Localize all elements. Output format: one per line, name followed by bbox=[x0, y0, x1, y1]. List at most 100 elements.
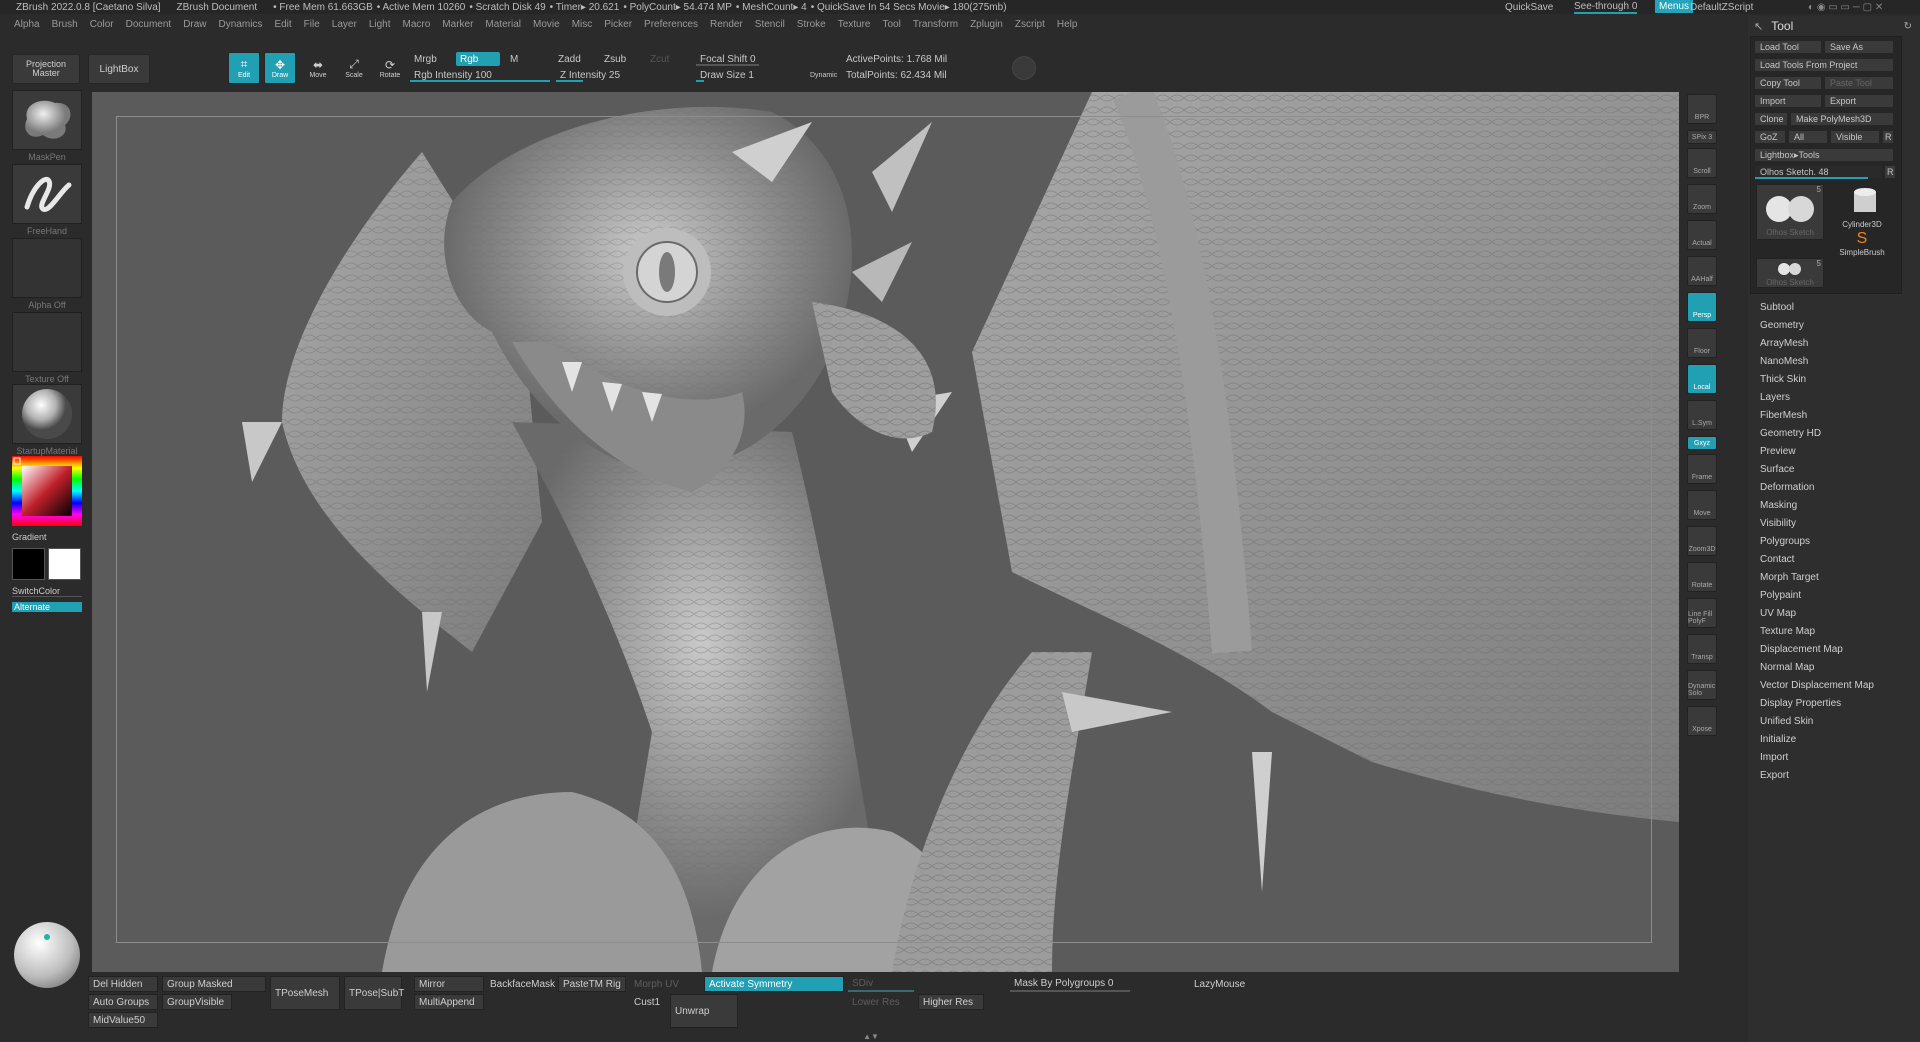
subpalette-preview[interactable]: Preview bbox=[1760, 446, 1796, 457]
shelf-expand-icon[interactable]: ▲▼ bbox=[836, 1032, 906, 1041]
shelf-actual-button[interactable]: Actual bbox=[1687, 220, 1717, 250]
material-selector[interactable] bbox=[12, 384, 82, 444]
menu-dynamics[interactable]: Dynamics bbox=[219, 19, 263, 30]
subpalette-import[interactable]: Import bbox=[1760, 752, 1788, 763]
subpalette-displacement-map[interactable]: Displacement Map bbox=[1760, 644, 1843, 655]
document-viewport[interactable] bbox=[92, 92, 1679, 972]
tposemesh-button[interactable]: TPoseMesh bbox=[270, 976, 340, 1010]
texture-selector[interactable] bbox=[12, 312, 82, 372]
subpalette-visibility[interactable]: Visibility bbox=[1760, 518, 1796, 529]
subpalette-masking[interactable]: Masking bbox=[1760, 500, 1797, 511]
del-hidden-button[interactable]: Del Hidden bbox=[88, 976, 158, 992]
multi-append-button[interactable]: MultiAppend bbox=[414, 994, 484, 1010]
menu-zplugin[interactable]: Zplugin bbox=[970, 19, 1003, 30]
activate-symmetry-toggle[interactable]: Activate Symmetry bbox=[704, 976, 844, 992]
menu-stencil[interactable]: Stencil bbox=[755, 19, 785, 30]
rgb-intensity-slider[interactable]: Rgb Intensity 100 bbox=[410, 68, 550, 82]
import-tool-button[interactable]: Import bbox=[1754, 94, 1822, 108]
shelf-local-button[interactable]: Local bbox=[1687, 364, 1717, 394]
lightbox-tools-button[interactable]: Lightbox▸Tools bbox=[1754, 148, 1894, 162]
lower-res-button[interactable]: Lower Res bbox=[848, 994, 914, 1010]
alpha-selector[interactable] bbox=[12, 238, 82, 298]
subpalette-thick-skin[interactable]: Thick Skin bbox=[1760, 374, 1806, 385]
subpalette-normal-map[interactable]: Normal Map bbox=[1760, 662, 1814, 673]
menu-material[interactable]: Material bbox=[485, 19, 521, 30]
shelf-aahalf-button[interactable]: AAHalf bbox=[1687, 256, 1717, 286]
menu-texture[interactable]: Texture bbox=[838, 19, 871, 30]
shelf-line-fill-polyf-button[interactable]: Line Fill PolyF bbox=[1687, 598, 1717, 628]
subpalette-vector-displacement-map[interactable]: Vector Displacement Map bbox=[1760, 680, 1874, 691]
menu-light[interactable]: Light bbox=[369, 19, 391, 30]
subpalette-uv-map[interactable]: UV Map bbox=[1760, 608, 1796, 619]
navigation-sphere[interactable] bbox=[14, 922, 80, 988]
higher-res-button[interactable]: Higher Res bbox=[918, 994, 984, 1010]
tool-palette-header[interactable]: ↖ Tool ↻ bbox=[1748, 16, 1920, 36]
menu-zscript[interactable]: Zscript bbox=[1015, 19, 1045, 30]
paste-tool-button[interactable]: Paste Tool bbox=[1824, 76, 1894, 90]
subpalette-surface[interactable]: Surface bbox=[1760, 464, 1794, 475]
menu-stroke[interactable]: Stroke bbox=[797, 19, 826, 30]
shelf-gxyz-button[interactable]: Gxyz bbox=[1687, 436, 1717, 450]
menu-picker[interactable]: Picker bbox=[604, 19, 632, 30]
copy-tool-button[interactable]: Copy Tool bbox=[1754, 76, 1822, 90]
goz-visible-button[interactable]: Visible bbox=[1830, 130, 1880, 144]
zcut-toggle[interactable]: Zcut bbox=[646, 52, 676, 66]
draw-button[interactable]: ✥ Draw bbox=[264, 52, 296, 84]
load-tools-from-project-button[interactable]: Load Tools From Project bbox=[1754, 58, 1894, 72]
subpalette-deformation[interactable]: Deformation bbox=[1760, 482, 1814, 493]
shelf-spix-3-button[interactable]: SPix 3 bbox=[1687, 130, 1717, 144]
subpalette-fibermesh[interactable]: FiberMesh bbox=[1760, 410, 1807, 421]
shelf-scroll-button[interactable]: Scroll bbox=[1687, 148, 1717, 178]
goz-all-button[interactable]: All bbox=[1788, 130, 1828, 144]
menu-help[interactable]: Help bbox=[1057, 19, 1078, 30]
subpalette-texture-map[interactable]: Texture Map bbox=[1760, 626, 1815, 637]
zsub-toggle[interactable]: Zsub bbox=[600, 52, 640, 66]
dynamic-toggle[interactable]: Dynamic bbox=[806, 68, 846, 82]
make-polymesh3d-button[interactable]: Make PolyMesh3D bbox=[1790, 112, 1894, 126]
subpalette-nanomesh[interactable]: NanoMesh bbox=[1760, 356, 1808, 367]
tpose-subt-button[interactable]: TPose|SubT bbox=[344, 976, 404, 1010]
subpalette-export[interactable]: Export bbox=[1760, 770, 1789, 781]
current-tool-slider[interactable]: Olhos Sketch. 48 bbox=[1754, 165, 1882, 179]
scale-button[interactable]: ⤢ Scale bbox=[338, 52, 370, 84]
shelf-move-button[interactable]: Move bbox=[1687, 490, 1717, 520]
z-intensity-slider[interactable]: Z Intensity 25 bbox=[556, 68, 664, 82]
subpalette-unified-skin[interactable]: Unified Skin bbox=[1760, 716, 1813, 727]
menu-file[interactable]: File bbox=[304, 19, 320, 30]
shelf-zoom3d-button[interactable]: Zoom3D bbox=[1687, 526, 1717, 556]
shelf-dynamic-solo-button[interactable]: Dynamic Solo bbox=[1687, 670, 1717, 700]
move-button[interactable]: ⬌ Move bbox=[302, 52, 334, 84]
shelf-floor-button[interactable]: Floor bbox=[1687, 328, 1717, 358]
goz-r-button[interactable]: R bbox=[1882, 130, 1894, 144]
shelf-frame-button[interactable]: Frame bbox=[1687, 454, 1717, 484]
color-picker[interactable] bbox=[12, 456, 82, 526]
see-through-slider[interactable]: See-through 0 bbox=[1574, 0, 1638, 14]
subpalette-subtool[interactable]: Subtool bbox=[1760, 302, 1794, 313]
goz-button[interactable]: GoZ bbox=[1754, 130, 1786, 144]
mirror-button[interactable]: Mirror bbox=[414, 976, 484, 992]
clone-button[interactable]: Clone bbox=[1754, 112, 1788, 126]
cust1-button[interactable]: Cust1 bbox=[630, 994, 660, 1010]
subpalette-geometry[interactable]: Geometry bbox=[1760, 320, 1804, 331]
menu-color[interactable]: Color bbox=[90, 19, 114, 30]
menu-draw[interactable]: Draw bbox=[183, 19, 206, 30]
save-as-button[interactable]: Save As bbox=[1824, 40, 1894, 54]
menu-brush[interactable]: Brush bbox=[52, 19, 78, 30]
lazymouse-toggle[interactable]: LazyMouse bbox=[1190, 976, 1270, 992]
shelf-bpr-button[interactable]: BPR bbox=[1687, 94, 1717, 124]
unwrap-button[interactable]: Unwrap bbox=[670, 994, 738, 1028]
menu-tool[interactable]: Tool bbox=[883, 19, 901, 30]
subpalette-display-properties[interactable]: Display Properties bbox=[1760, 698, 1841, 709]
stroke-selector[interactable] bbox=[12, 164, 82, 224]
current-tool-r-button[interactable]: R bbox=[1884, 165, 1896, 179]
pastetm-rig-button[interactable]: PasteTM Rig bbox=[558, 976, 626, 992]
subpalette-initialize[interactable]: Initialize bbox=[1760, 734, 1796, 745]
subpalette-polygroups[interactable]: Polygroups bbox=[1760, 536, 1810, 547]
group-visible-button[interactable]: GroupVisible bbox=[162, 994, 232, 1010]
subpalette-polypaint[interactable]: Polypaint bbox=[1760, 590, 1801, 601]
tool-thumb-olhos-sketch[interactable]: 5 Olhos Sketch bbox=[1756, 184, 1824, 240]
auto-groups-button[interactable]: Auto Groups bbox=[88, 994, 158, 1010]
shelf-l-sym-button[interactable]: L.Sym bbox=[1687, 400, 1717, 430]
rotate-button[interactable]: ⟳ Rotate bbox=[374, 52, 406, 84]
menu-movie[interactable]: Movie bbox=[533, 19, 560, 30]
